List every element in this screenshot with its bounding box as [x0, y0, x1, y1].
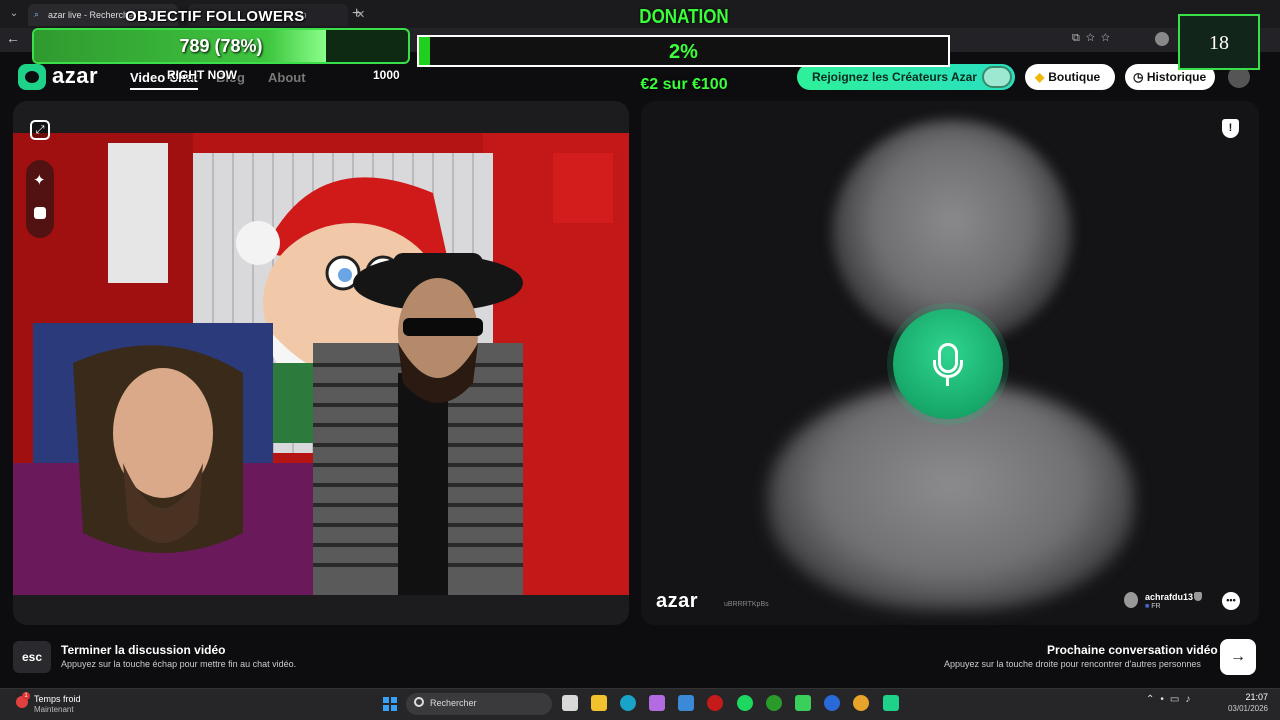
browser-profile-avatar[interactable] — [1155, 32, 1169, 46]
azar-logo-text[interactable]: azar — [52, 63, 98, 89]
donation-title: DONATION — [639, 6, 729, 28]
windows-start-icon[interactable] — [383, 697, 397, 711]
weather-alert-badge: 1 — [22, 692, 30, 700]
expand-icon[interactable]: ⤢ — [30, 120, 50, 140]
app-red-icon[interactable] — [707, 695, 723, 711]
back-arrow-icon[interactable]: ← — [6, 30, 20, 46]
app-blue-c-icon[interactable] — [824, 695, 840, 711]
copilot-icon[interactable] — [649, 695, 665, 711]
weather-title[interactable]: Temps froid — [34, 694, 81, 704]
azar-app-icon[interactable] — [883, 695, 899, 711]
donation-goal-percent: 2% — [669, 41, 698, 63]
new-tab-plus-icon[interactable]: + — [352, 5, 361, 23]
tab-search-chevron-icon[interactable]: ⌄ — [6, 6, 22, 22]
face-filter-icon[interactable] — [34, 207, 46, 219]
right-now-count: 1000 — [373, 68, 400, 82]
nav-active-underline — [130, 88, 198, 90]
file-explorer-icon[interactable] — [591, 695, 607, 711]
partner-avatar — [1124, 592, 1138, 608]
search-icon: ⌕ — [34, 9, 40, 19]
partner-username: achrafdu13 — [1145, 592, 1194, 602]
sparkle-effects-icon[interactable]: ✦ — [33, 171, 46, 189]
creators-badge-icon — [982, 66, 1012, 88]
chat-bubble-icon[interactable]: ••• — [1222, 592, 1240, 610]
chrome-icon[interactable] — [853, 695, 869, 711]
taskbar-clock-time[interactable]: 21:07 — [1236, 692, 1268, 702]
spotify-icon[interactable] — [737, 695, 753, 711]
system-tray-icons[interactable]: ⌃•▭♪ — [1146, 694, 1196, 705]
next-chat-title: Prochaine conversation vidéo — [1047, 643, 1218, 657]
end-chat-title: Terminer la discussion vidéo — [61, 643, 226, 657]
taskbar-clock-date[interactable]: 03/01/2026 — [1224, 704, 1268, 713]
next-chat-subtitle: Appuyez sur la touche droite pour rencon… — [944, 659, 1201, 669]
history-label: Historique — [1146, 70, 1207, 84]
report-shield-icon[interactable]: ! — [1222, 119, 1239, 138]
browser-toolbar-icons[interactable]: ⧉☆☆ — [1072, 32, 1116, 45]
taskbar-search-input[interactable]: Rechercher — [406, 693, 552, 715]
followers-goal-bar: 789 (78%) — [32, 28, 410, 64]
nav-about[interactable]: About — [268, 70, 306, 85]
end-chat-subtitle: Appuyez sur la touche échap pour mettre … — [61, 659, 297, 669]
weather-subtitle: Maintenant — [34, 705, 74, 714]
task-view-icon[interactable] — [562, 695, 578, 711]
next-chat-arrow-button[interactable]: → — [1220, 639, 1256, 675]
azar-logo-icon[interactable] — [18, 64, 46, 90]
store-icon[interactable] — [678, 695, 694, 711]
azar-watermark: azar — [656, 590, 699, 612]
counter-widget: 18 — [1178, 14, 1260, 70]
donation-amount: €2 sur €100 — [640, 76, 728, 93]
gem-icon: ◆ — [1035, 70, 1045, 84]
xbox-icon[interactable] — [766, 695, 782, 711]
local-webcam-video — [13, 133, 629, 595]
partner-country-code: FR — [1151, 603, 1161, 610]
followers-goal-value: 789 (78%) — [179, 36, 263, 56]
partner-country: ■ FR — [1145, 603, 1161, 610]
edge-browser-icon[interactable] — [620, 695, 636, 711]
followers-goal-title: OBJECTIF FOLLOWERS — [125, 8, 305, 25]
microphone-icon-pole — [946, 378, 949, 386]
esc-key-hint[interactable]: esc — [13, 641, 51, 673]
clock-icon: ◷ — [1133, 70, 1147, 84]
boutique-button[interactable]: ◆ Boutique — [1025, 64, 1115, 90]
app-green-icon[interactable] — [795, 695, 811, 711]
windows-taskbar — [0, 688, 1280, 720]
boutique-label: Boutique — [1048, 70, 1101, 84]
right-now-label: RIGHT NOW — [167, 68, 237, 82]
verified-shield-icon — [1194, 592, 1202, 601]
counter-value: 18 — [1209, 32, 1229, 54]
search-icon — [414, 697, 424, 707]
session-id: uBRRRTKpBs — [724, 601, 769, 608]
webcam-scene-image — [13, 133, 629, 595]
donation-goal-bar: 2% — [417, 35, 950, 67]
